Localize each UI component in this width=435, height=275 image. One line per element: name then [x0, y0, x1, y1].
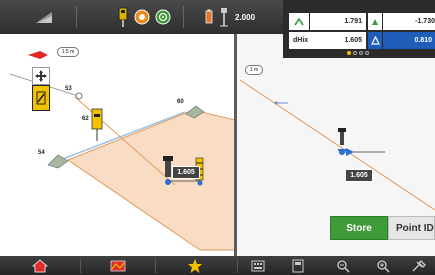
keypad-icon — [251, 260, 265, 271]
delta-east-text: -1.730 — [415, 18, 435, 25]
scale-label: 1.5 m — [61, 49, 75, 55]
delta-east-value: -1.730 — [383, 13, 435, 30]
elevation-value: 0.810 — [383, 32, 435, 49]
dhix-label: dHix — [293, 37, 309, 44]
antenna-height-text: 2.000 — [235, 12, 256, 22]
page-dot-active[interactable] — [347, 51, 351, 55]
point-54-label: 54 — [38, 150, 45, 156]
divider — [237, 258, 238, 273]
antenna-height-value: 2.000 — [235, 4, 265, 30]
rover-icon[interactable] — [116, 4, 132, 30]
page-dot[interactable] — [353, 51, 357, 55]
target-icon[interactable] — [154, 4, 174, 30]
height-readout: 1.605 — [172, 166, 200, 179]
scale-bar: 1 m — [245, 65, 263, 75]
page-dot[interactable] — [365, 51, 369, 55]
profile-line — [239, 79, 435, 211]
favorites-button[interactable] — [155, 256, 235, 275]
dhix-value: 1.605 — [344, 37, 362, 44]
delta-north-value: 1.791 — [310, 13, 366, 30]
favorites-star-icon — [188, 258, 202, 273]
page-dot[interactable] — [359, 51, 363, 55]
home-button[interactable] — [0, 256, 80, 275]
design-point — [274, 101, 278, 105]
height-readout: 1.605 — [345, 169, 373, 182]
slope-icon[interactable] — [34, 4, 56, 30]
calculator-icon — [292, 259, 304, 272]
zoom-out-button[interactable] — [325, 256, 361, 275]
home-icon — [32, 258, 48, 272]
surface-area — [66, 109, 234, 251]
zoom-in-button[interactable] — [365, 256, 401, 275]
elevation-text: 0.810 — [414, 37, 432, 44]
divider — [76, 6, 77, 28]
elevation-icon — [368, 32, 382, 49]
east-delta-icon — [368, 13, 382, 30]
settings-tools-icon — [412, 259, 426, 271]
site-map-button[interactable] — [80, 256, 155, 275]
scale-bar: 1.5 m — [57, 47, 79, 57]
height-readout-value: 1.605 — [350, 172, 368, 179]
height-readout-value: 1.605 — [177, 169, 195, 176]
zoom-out-icon — [337, 259, 350, 273]
battery-icon[interactable] — [204, 4, 216, 30]
store-button[interactable]: Store — [330, 216, 388, 240]
prism-62-icon[interactable] — [91, 108, 103, 141]
delta-north-text: 1.791 — [344, 18, 362, 25]
point-id-button[interactable]: Point ID — [388, 216, 435, 240]
point-53-label: 53 — [65, 86, 72, 92]
point-54-marker[interactable] — [47, 154, 69, 169]
zoom-in-icon — [377, 259, 390, 273]
point-62-label: 62 — [82, 116, 89, 122]
pan-control-icon[interactable] — [32, 67, 50, 85]
tools-button[interactable] — [402, 256, 435, 275]
point-60-label: 60 — [177, 99, 184, 105]
north-arrow-icon — [28, 46, 48, 64]
scale-label: 1 m — [249, 67, 259, 73]
keypad-button[interactable] — [240, 256, 276, 275]
dhix-row: dHix 1.605 — [289, 32, 366, 49]
measurement-panel: 1.791 -1.730 dHix 1.605 0.810 — [283, 0, 435, 58]
divider — [183, 6, 184, 28]
calculator-button[interactable] — [280, 256, 316, 275]
satellite-icon[interactable] — [133, 4, 153, 30]
site-map-icon — [110, 260, 125, 271]
point-53-marker[interactable] — [75, 92, 83, 100]
rover-marker-icon[interactable] — [338, 128, 354, 156]
antenna-height-icon[interactable] — [218, 4, 232, 30]
page-indicator[interactable] — [347, 51, 369, 55]
north-delta-icon — [289, 13, 309, 30]
instrument-icon[interactable] — [32, 85, 50, 111]
plan-view[interactable]: 1.5 m 53 60 62 54 1.605 — [0, 34, 237, 256]
bottom-toolbar — [0, 256, 435, 275]
